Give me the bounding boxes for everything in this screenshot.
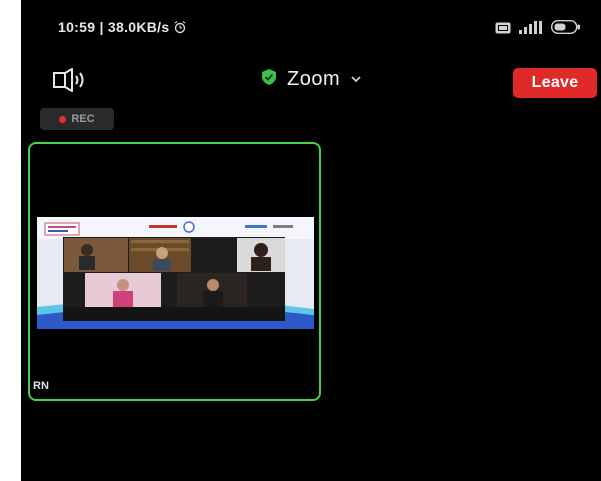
meeting-title-text: Zoom <box>287 68 341 90</box>
zoom-meeting-screen: 10:59 | 38.0KB/s Zoom Leave REC RN <box>21 0 601 481</box>
participant-name: RN <box>33 380 49 392</box>
recording-label: REC <box>71 113 95 125</box>
video-tile[interactable]: RN <box>28 142 321 401</box>
shared-screen-content <box>37 217 314 329</box>
signal-icon <box>519 20 543 39</box>
shield-check-icon <box>261 68 277 91</box>
recording-badge: REC <box>40 108 114 130</box>
time-and-speed: 10:59 | 38.0KB/s <box>58 19 170 35</box>
alarm-icon <box>173 20 187 34</box>
meeting-title[interactable]: Zoom <box>261 68 362 91</box>
chevron-down-icon <box>350 71 362 89</box>
sim-card-icon <box>495 21 511 39</box>
status-bar: 10:59 | 38.0KB/s <box>21 0 601 60</box>
speaker-icon[interactable] <box>51 66 91 94</box>
record-dot-icon <box>59 115 67 123</box>
status-right <box>495 19 581 39</box>
status-left: 10:59 | 38.0KB/s <box>58 19 187 35</box>
leave-button[interactable]: Leave <box>513 68 597 98</box>
battery-icon <box>550 19 581 39</box>
